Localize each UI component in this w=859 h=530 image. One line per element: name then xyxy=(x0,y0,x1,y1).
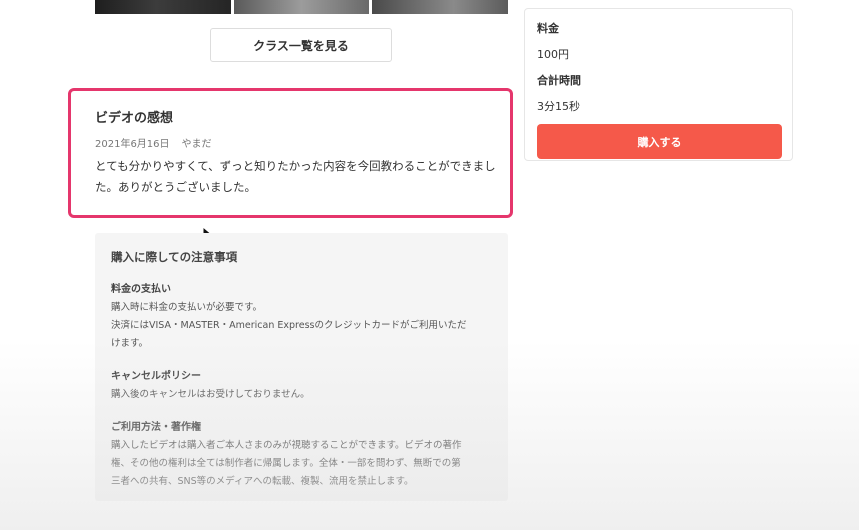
notes-line: 購入したビデオは購入者ご本人さまのみが視聴することができます。ビデオの著作 xyxy=(111,440,462,451)
video-class-page: クラス一覧を見る ビデオの感想 2021年6月16日 やまだ とても分かりやすく… xyxy=(0,0,859,530)
usage-copyright-heading: ご利用方法・著作権 xyxy=(111,422,201,433)
price-label: 料金 xyxy=(537,22,559,35)
purchase-panel: 料金 100円 合計時間 3分15秒 購入する xyxy=(524,8,793,161)
notes-line: 権、その他の権利は全ては制作者に帰属します。全体・一部を問わず、無断での第 xyxy=(111,458,461,469)
class-list-button[interactable]: クラス一覧を見る xyxy=(210,28,392,62)
payment-heading: 料金の支払い xyxy=(111,284,171,295)
notes-line: 三者への共有、SNS等のメディアへの転載、複製、流用を禁止します。 xyxy=(111,476,414,487)
notes-line: けます。 xyxy=(111,338,149,349)
notes-line: 購入後のキャンセルはお受けしておりません。 xyxy=(111,389,310,400)
usage-copyright-text: 購入したビデオは購入者ご本人さまのみが視聴することができます。ビデオの著作 権、… xyxy=(111,437,492,491)
thumbnail-image[interactable] xyxy=(372,0,509,14)
review-body-line: とても分かりやすくて、ずっと知りたかった内容を今回教わることができまし xyxy=(95,159,496,173)
review-date: 2021年6月16日 xyxy=(95,139,170,150)
review-body: とても分かりやすくて、ずっと知りたかった内容を今回教わることができまし た。あり… xyxy=(95,156,502,198)
notes-line: 決済にはVISA・MASTER・American Expressのクレジットカー… xyxy=(111,320,467,331)
thumbnail-image[interactable] xyxy=(95,0,231,14)
notes-line: 購入時に料金の支払いが必要です。 xyxy=(111,302,263,313)
review-card: ビデオの感想 2021年6月16日 やまだ とても分かりやすくて、ずっと知りたか… xyxy=(68,88,513,218)
thumbnail-strip xyxy=(95,0,509,14)
payment-text: 購入時に料金の支払いが必要です。 決済にはVISA・MASTER・America… xyxy=(111,299,492,353)
review-title: ビデオの感想 xyxy=(95,111,174,126)
thumbnail-image[interactable] xyxy=(233,0,370,14)
review-meta: 2021年6月16日 やまだ xyxy=(95,135,502,150)
duration-label: 合計時間 xyxy=(537,74,581,87)
review-author: やまだ xyxy=(181,139,212,150)
cancel-policy-heading: キャンセルポリシー xyxy=(111,371,201,382)
notes-title: 購入に際しての注意事項 xyxy=(111,250,238,264)
review-body-line: た。ありがとうございました。 xyxy=(95,180,256,194)
cancel-policy-text: 購入後のキャンセルはお受けしておりません。 xyxy=(111,386,492,404)
price-value: 100円 xyxy=(537,48,569,61)
buy-button[interactable]: 購入する xyxy=(537,124,782,159)
purchase-notes-section: 購入に際しての注意事項 料金の支払い 購入時に料金の支払いが必要です。 決済には… xyxy=(95,233,508,501)
duration-value: 3分15秒 xyxy=(537,100,580,113)
